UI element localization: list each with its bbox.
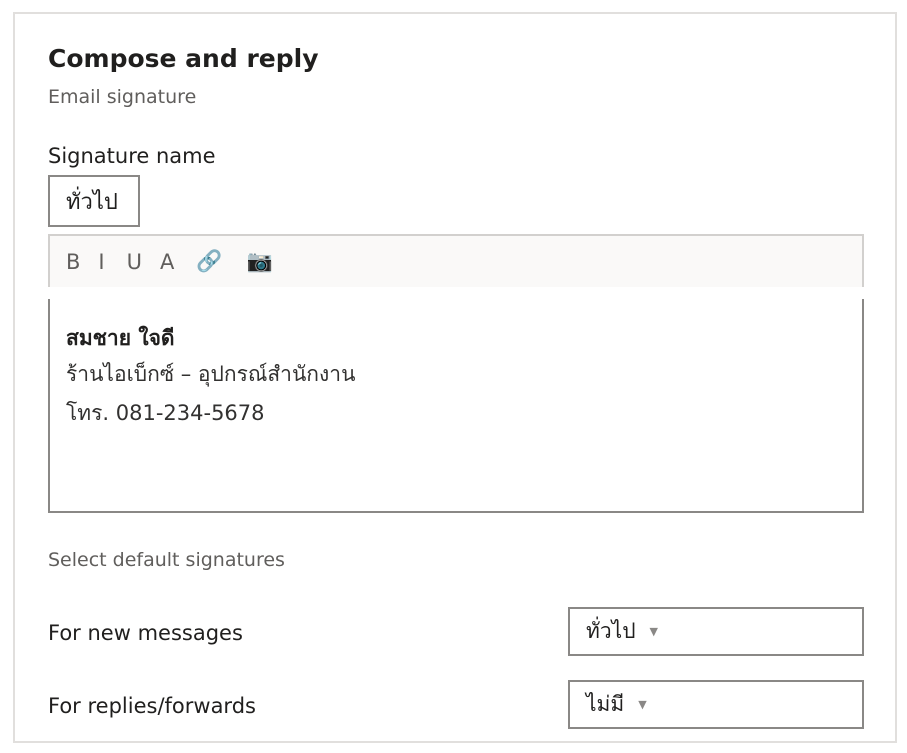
chevron-down-icon: ▼: [649, 625, 658, 638]
signature-line-shop: ร้านไอเบ็กซ์ – อุปกรณ์สำนักงาน: [66, 362, 356, 386]
signature-line-phone: โทร. 081-234-5678: [66, 401, 265, 425]
section-subtitle: Email signature: [48, 86, 197, 108]
settings-panel: Compose and reply Email signature Signat…: [13, 12, 897, 743]
link-icon[interactable]: 🔗: [196, 247, 222, 277]
signature-name-input[interactable]: ทั่วไป: [48, 175, 140, 227]
new-messages-label: For new messages: [48, 621, 243, 645]
replies-forwards-value: ไม่มี: [586, 692, 625, 716]
page-title: Compose and reply: [48, 44, 319, 73]
italic-button[interactable]: I: [98, 247, 104, 277]
chevron-down-icon: ▼: [638, 698, 647, 711]
image-icon[interactable]: 📷: [247, 247, 273, 277]
font-color-button[interactable]: A: [160, 247, 174, 277]
format-toolbar: B I U A 🔗 📷: [48, 234, 864, 287]
default-signatures-label: Select default signatures: [48, 549, 285, 571]
bold-button[interactable]: B: [66, 247, 80, 277]
signature-editor[interactable]: สมชาย ใจดี ร้านไอเบ็กซ์ – อุปกรณ์สำนักงา…: [48, 299, 864, 513]
signature-name-label: Signature name: [48, 144, 216, 168]
signature-line-name: สมชาย ใจดี: [66, 326, 175, 350]
replies-forwards-dropdown[interactable]: ไม่มี ▼: [568, 680, 864, 729]
replies-forwards-label: For replies/forwards: [48, 694, 256, 718]
underline-button[interactable]: U: [127, 247, 142, 277]
new-messages-dropdown[interactable]: ทั่วไป ▼: [568, 607, 864, 656]
new-messages-value: ทั่วไป: [586, 619, 636, 643]
